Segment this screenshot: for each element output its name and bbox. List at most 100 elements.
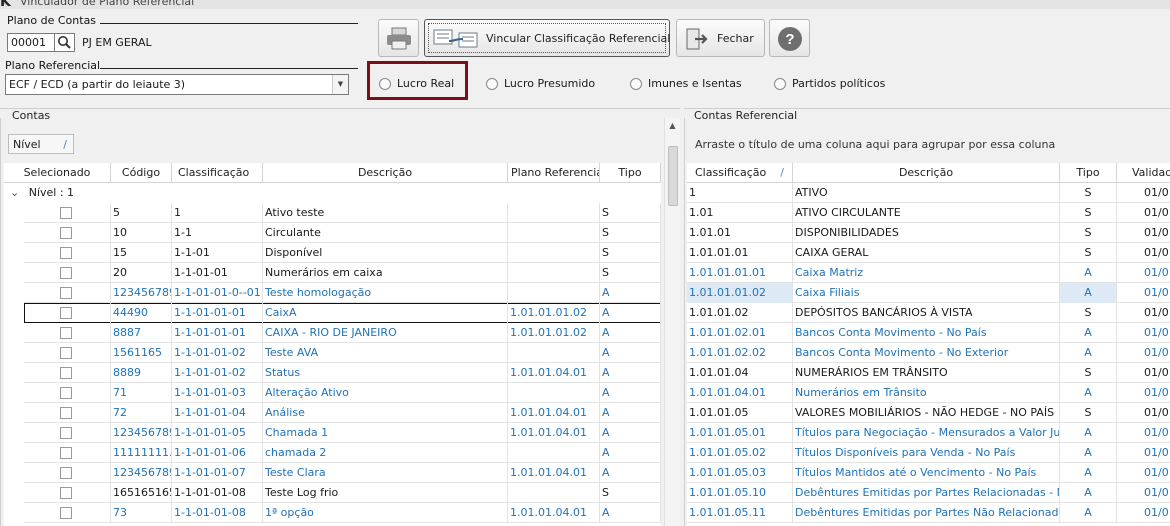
table-row[interactable]: 1.01.01.02.02 Bancos Conta Movimento - No… bbox=[687, 343, 1170, 363]
cell-classificacao: 1-1-01-01-04 bbox=[172, 403, 263, 423]
radio-label: Imunes e Isentas bbox=[648, 77, 742, 90]
row-checkbox[interactable] bbox=[60, 307, 72, 319]
row-checkbox[interactable] bbox=[60, 487, 72, 499]
table-row[interactable]: 11111111.11-1-01-01-06chamada 2 A bbox=[24, 443, 661, 463]
table-row[interactable]: 1.01.01.05 VALORES MOBILIÁRIOS - NÃO HEDG… bbox=[687, 403, 1170, 423]
col-plano-referencial[interactable]: Plano Referencial bbox=[508, 163, 600, 183]
row-checkbox[interactable] bbox=[60, 407, 72, 419]
table-row[interactable]: 1561165 1-1-01-01-02 Teste AVA A bbox=[24, 343, 661, 363]
col-ref-classificacao[interactable]: Classificação / bbox=[687, 163, 793, 183]
table-row[interactable]: 10 1-1 Circulante S bbox=[24, 223, 661, 243]
lookup-button[interactable] bbox=[55, 33, 75, 52]
cell-plano-referencial: 1.01.01.01.02 bbox=[508, 303, 600, 323]
col-ref-validade[interactable]: Validad bbox=[1117, 163, 1170, 183]
row-checkbox[interactable] bbox=[60, 247, 72, 259]
col-selecionado[interactable]: Selecionado bbox=[4, 163, 111, 183]
table-row[interactable]: 1.01 ATIVO CIRCULANTE S 01/0 bbox=[687, 203, 1170, 223]
table-row[interactable]: 1.01.01.05.03 Títulos Mantidos até o Venc… bbox=[687, 463, 1170, 483]
cell-ref-classificacao: 1.01.01.05.11 bbox=[687, 503, 793, 523]
print-button[interactable] bbox=[378, 19, 419, 57]
row-checkbox[interactable] bbox=[60, 287, 72, 299]
row-checkbox[interactable] bbox=[60, 367, 72, 379]
table-row[interactable]: 72 1-1-01-01-04 Análise 1.01.01.04.01 A bbox=[24, 403, 661, 423]
scroll-up-icon[interactable]: ▲ bbox=[665, 118, 680, 134]
table-row[interactable]: 44490 1-1-01-01-01 CaixA 1.01.01.01.02 A bbox=[24, 303, 661, 323]
row-checkbox[interactable] bbox=[60, 267, 72, 279]
chevron-down-icon[interactable]: ▼ bbox=[332, 75, 348, 94]
cell-tipo: S bbox=[600, 483, 661, 503]
contas-scrollbar[interactable]: ▲ bbox=[664, 118, 680, 526]
window-title: Vinculador de Plano Referencial bbox=[20, 0, 195, 8]
col-descricao[interactable]: Descrição bbox=[263, 163, 508, 183]
table-row[interactable]: 5 1 Ativo teste S bbox=[24, 203, 661, 223]
table-row[interactable]: 123456789 1-1-01-01-0--01 Teste homologaçã… bbox=[24, 283, 661, 303]
row-checkbox[interactable] bbox=[60, 427, 72, 439]
table-row[interactable]: 123456789 1-1-01-01-05 Chamada 1 1.01.01.04… bbox=[24, 423, 661, 443]
fechar-button[interactable]: Fechar bbox=[676, 19, 765, 57]
table-row[interactable]: 15 1-1-01 Disponível S bbox=[24, 243, 661, 263]
cell-ref-validade: 01/0 bbox=[1144, 486, 1169, 499]
table-row[interactable]: 165165165 1-1-01-01-08 Teste Log frio S bbox=[24, 483, 661, 503]
vincular-button[interactable]: Vincular Classificação Referencial bbox=[424, 19, 670, 57]
help-button[interactable]: ? bbox=[769, 19, 810, 57]
table-row[interactable]: 1.01.01.01 CAIXA GERAL S 01/0 bbox=[687, 243, 1170, 263]
cell-selecionado bbox=[24, 323, 111, 343]
row-checkbox[interactable] bbox=[60, 207, 72, 219]
table-row[interactable]: 1.01.01.05.10 Debêntures Emitidas por Par… bbox=[687, 483, 1170, 503]
table-row[interactable]: 1.01.01.01.01 Caixa Matriz A 01/0 bbox=[687, 263, 1170, 283]
table-row[interactable]: 1.01.01.02.01 Bancos Conta Movimento - No… bbox=[687, 323, 1170, 343]
row-checkbox[interactable] bbox=[60, 227, 72, 239]
table-row[interactable]: 1.01.01.01.02 Caixa Filiais A 01/0 bbox=[687, 283, 1170, 303]
plano-referencial-select[interactable]: ECF / ECD (a partir do leiaute 3) ▼ bbox=[5, 74, 349, 95]
row-checkbox[interactable] bbox=[60, 447, 72, 459]
collapse-icon[interactable]: ⌄ bbox=[10, 186, 19, 199]
row-checkbox[interactable] bbox=[60, 327, 72, 339]
company-name: PJ EM GERAL bbox=[82, 36, 152, 49]
row-checkbox[interactable] bbox=[60, 387, 72, 399]
printer-icon bbox=[387, 27, 411, 50]
col-tipo[interactable]: Tipo bbox=[600, 163, 661, 183]
table-row[interactable]: 1.01.01.05.01 Títulos para Negociação - M… bbox=[687, 423, 1170, 443]
table-row[interactable]: 1.01.01.04 NUMERÁRIOS EM TRÂNSITO S 01/0 bbox=[687, 363, 1170, 383]
cell-ref-tipo: S bbox=[1060, 363, 1117, 383]
table-row[interactable]: 1 ATIVO S 01/0 bbox=[687, 183, 1170, 203]
group-row-nivel-1[interactable]: ⌄ Nível : 1 bbox=[4, 183, 660, 203]
cell-ref-tipo: A bbox=[1060, 383, 1117, 403]
cell-ref-validade: 01/0 bbox=[1144, 206, 1169, 219]
cell-plano-referencial bbox=[508, 223, 600, 243]
col-classificacao[interactable]: Classificação bbox=[172, 163, 263, 183]
cell-classificacao: 1-1-01-01-06 bbox=[172, 443, 263, 463]
group-by-nivel-chip[interactable]: Nível / bbox=[8, 134, 74, 154]
scroll-thumb[interactable] bbox=[668, 146, 678, 206]
table-row[interactable]: 73 1-1-01-01-08 1ª opção 1.01.01.04.01 A bbox=[24, 503, 661, 523]
exit-icon bbox=[686, 28, 708, 50]
cell-ref-tipo: A bbox=[1060, 263, 1117, 283]
table-row[interactable]: 123456789 1-1-01-01-07 Teste Clara 1.01.01.… bbox=[24, 463, 661, 483]
vincular-label: Vincular Classificação Referencial bbox=[486, 32, 671, 45]
col-ref-tipo[interactable]: Tipo bbox=[1060, 163, 1117, 183]
table-row[interactable]: 1.01.01 DISPONIBILIDADES S 01/0 bbox=[687, 223, 1170, 243]
link-accounts-icon bbox=[433, 29, 478, 48]
cell-ref-tipo: S bbox=[1060, 183, 1117, 203]
cell-selecionado bbox=[24, 283, 111, 303]
cell-selecionado bbox=[24, 463, 111, 483]
table-row[interactable]: 20 1-1-01-01 Numerários em caixa S bbox=[24, 263, 661, 283]
row-checkbox[interactable] bbox=[60, 467, 72, 479]
table-row[interactable]: 1.01.01.04.01 Numerários em Trânsito A 01/0 bbox=[687, 383, 1170, 403]
plano-contas-code-input[interactable]: 00001 bbox=[7, 33, 55, 52]
table-row[interactable]: 71 1-1-01-01-03 Alteração Ativo A bbox=[24, 383, 661, 403]
table-row[interactable]: 8887 1-1-01-01-01 CAIXA - RIO DE JANEIRO 1.… bbox=[24, 323, 661, 343]
cell-codigo: 15 bbox=[111, 243, 172, 263]
col-ref-descricao[interactable]: Descrição bbox=[793, 163, 1060, 183]
table-row[interactable]: 1.01.01.02 DEPÓSITOS BANCÁRIOS À VISTA S 01… bbox=[687, 303, 1170, 323]
row-checkbox[interactable] bbox=[60, 347, 72, 359]
table-row[interactable]: 1.01.01.05.02 Títulos Disponíveis para Ve… bbox=[687, 443, 1170, 463]
table-row[interactable]: 1.01.01.05.11 Debêntures Emitidas por Par… bbox=[687, 503, 1170, 523]
cell-codigo: 10 bbox=[111, 223, 172, 243]
cell-selecionado bbox=[24, 303, 111, 323]
row-checkbox[interactable] bbox=[60, 507, 72, 519]
cell-ref-tipo: S bbox=[1060, 403, 1117, 423]
table-row[interactable]: 8889 1-1-01-01-02 Status 1.01.01.04.01 A bbox=[24, 363, 661, 383]
col-codigo[interactable]: Código bbox=[111, 163, 172, 183]
cell-classificacao: 1-1-01-01-02 bbox=[172, 343, 263, 363]
